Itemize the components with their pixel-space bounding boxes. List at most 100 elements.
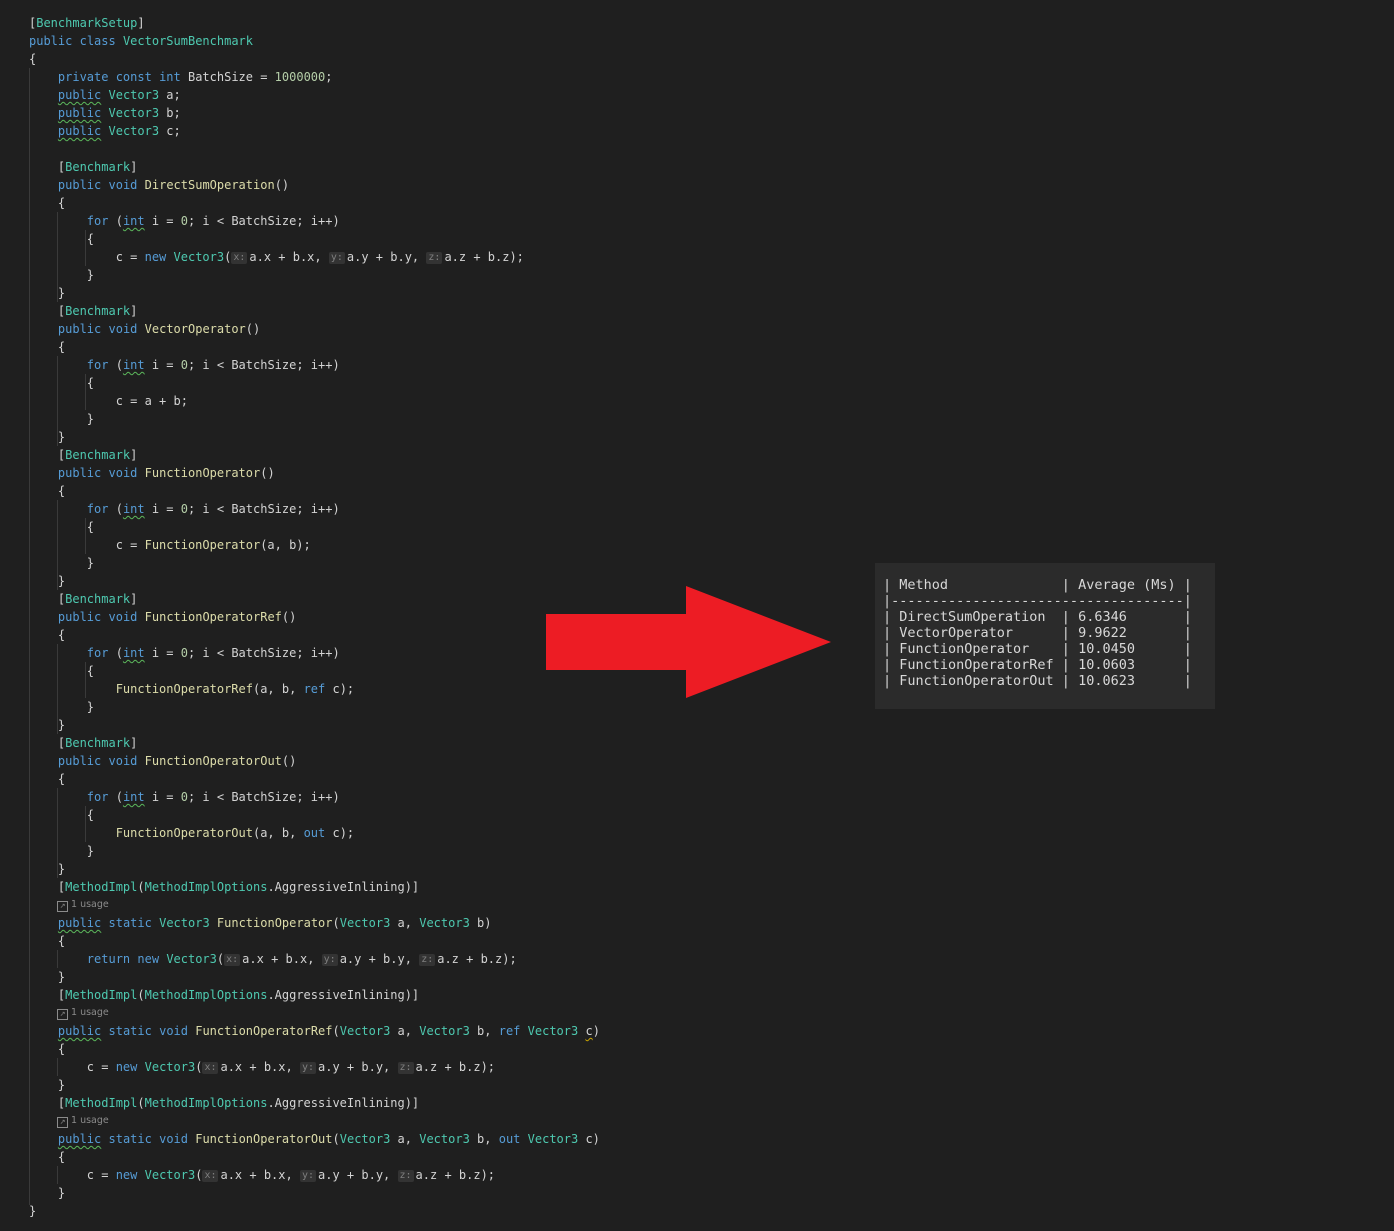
indent-guide — [29, 68, 30, 1205]
parameter-hint: z: — [426, 252, 443, 264]
method-declaration: public void DirectSumOperation() — [57, 178, 290, 192]
code-line: { — [29, 1042, 66, 1056]
indent-guide — [57, 950, 58, 968]
code-line: { — [29, 232, 95, 246]
for-loop: for (int i = 0; i < BatchSize; i++) — [86, 214, 340, 228]
loop-body: FunctionOperatorOut(a, b, out c); — [115, 826, 355, 840]
code-line: } — [29, 430, 66, 444]
benchmark-results-table: | Method | Average (Ms) | |-------------… — [883, 577, 1192, 689]
class-declaration: public class VectorSumBenchmark — [29, 34, 253, 48]
parameter-hint: z: — [397, 1170, 414, 1182]
code-line: { — [29, 52, 37, 66]
code-line: } — [29, 700, 95, 714]
parameter-hint: z: — [397, 1062, 414, 1074]
code-line: { — [29, 934, 66, 948]
indent-guide — [57, 788, 58, 878]
field-declaration: public Vector3 c; — [57, 124, 181, 138]
attribute-line: [Benchmark] — [29, 448, 138, 462]
code-line: { — [29, 340, 66, 354]
usage-hint-label: 1 usage — [71, 1115, 109, 1126]
method-declaration: public void FunctionOperatorRef() — [57, 610, 297, 624]
indent-guide — [85, 806, 86, 842]
indent-guide — [85, 662, 86, 698]
const-declaration: private const int BatchSize = 1000000; — [57, 70, 333, 84]
for-loop: for (int i = 0; i < BatchSize; i++) — [86, 646, 340, 660]
code-line: { — [29, 196, 66, 210]
for-loop: for (int i = 0; i < BatchSize; i++) — [86, 790, 340, 804]
indent-guide — [57, 500, 58, 590]
indent-guide — [57, 644, 58, 734]
code-line: { — [29, 664, 95, 678]
external-link-icon: ↗ — [57, 901, 68, 912]
parameter-hint: y: — [321, 954, 338, 966]
attribute-line: [Benchmark] — [29, 160, 138, 174]
code-line: { — [29, 1150, 66, 1164]
parameter-hint: x: — [224, 954, 241, 966]
attribute-line: [MethodImpl(MethodImplOptions.Aggressive… — [29, 880, 420, 894]
indent-guide — [57, 356, 58, 446]
code-line: } — [29, 556, 95, 570]
parameter-hint: y: — [299, 1170, 317, 1182]
code-line: } — [29, 1078, 66, 1092]
parameter-hint: y: — [328, 252, 345, 264]
indent-guide — [85, 374, 86, 410]
code-line: } — [29, 412, 95, 426]
code-line: } — [29, 286, 66, 300]
method-declaration: public static void FunctionOperatorOut(V… — [57, 1132, 600, 1146]
loop-body: FunctionOperatorRef(a, b, ref c); — [115, 682, 355, 696]
code-line: } — [29, 970, 66, 984]
indent-guide — [85, 518, 86, 554]
code-line: } — [29, 862, 66, 876]
assignment-statement: c = new Vector3(x: a.x + b.x, y: a.y + b.y… — [29, 1168, 496, 1182]
attribute-line: [Benchmark] — [29, 304, 138, 318]
method-declaration: public void FunctionOperator() — [57, 466, 275, 480]
usage-hint-label: 1 usage — [71, 899, 109, 910]
usage-hint[interactable]: ↗ 1 usage — [29, 1112, 629, 1130]
code-line: } — [29, 574, 66, 588]
code-line: } — [29, 268, 95, 282]
parameter-hint: x: — [202, 1062, 219, 1074]
code-line: { — [29, 520, 95, 534]
code-line: { — [29, 376, 95, 390]
parameter-hint: y: — [299, 1062, 317, 1074]
benchmark-results-panel: | Method | Average (Ms) | |-------------… — [875, 563, 1215, 709]
indent-guide — [57, 1166, 58, 1184]
parameter-hint: x: — [202, 1170, 219, 1182]
red-arrow-icon — [546, 586, 831, 698]
external-link-icon: ↗ — [57, 1009, 68, 1020]
code-editor[interactable]: [BenchmarkSetup] public class VectorSumBe… — [29, 14, 629, 1220]
usage-hint-label: 1 usage — [71, 1007, 109, 1018]
for-loop: for (int i = 0; i < BatchSize; i++) — [86, 502, 340, 516]
parameter-hint: z: — [419, 954, 436, 966]
attribute-line: [MethodImpl(MethodImplOptions.Aggressive… — [29, 1096, 420, 1110]
code-line: } — [29, 1186, 66, 1200]
indent-guide — [57, 212, 58, 302]
code-line: { — [29, 772, 66, 786]
method-declaration: public void VectorOperator() — [57, 322, 261, 336]
indent-guide — [85, 230, 86, 266]
assignment-statement: c = new Vector3(x: a.x + b.x, y: a.y + b.y… — [29, 1060, 496, 1074]
loop-body: c = new Vector3(x: a.x + b.x, y: a.y + b.y… — [29, 250, 524, 264]
attribute-line: [Benchmark] — [29, 592, 138, 606]
loop-body: c = a + b; — [29, 394, 188, 408]
field-declaration: public Vector3 a; — [57, 88, 181, 102]
loop-body: c = FunctionOperator(a, b); — [29, 538, 311, 552]
method-declaration: public void FunctionOperatorOut() — [57, 754, 297, 768]
parameter-hint: x: — [231, 252, 248, 264]
indent-guide — [57, 1058, 58, 1076]
return-statement: return new Vector3(x: a.x + b.x, y: a.y + … — [86, 952, 517, 966]
code-line: { — [29, 628, 66, 642]
code-line: { — [29, 484, 66, 498]
code-line: } — [29, 718, 66, 732]
usage-hint[interactable]: ↗ 1 usage — [29, 1004, 629, 1022]
code-line: } — [29, 844, 95, 858]
attribute-line: [MethodImpl(MethodImplOptions.Aggressive… — [29, 988, 420, 1002]
method-declaration: public static Vector3 FunctionOperator(V… — [57, 916, 492, 930]
attribute-line: [Benchmark] — [29, 736, 138, 750]
method-declaration: public static void FunctionOperatorRef(V… — [57, 1024, 600, 1038]
code-line: } — [29, 1204, 37, 1218]
usage-hint[interactable]: ↗ 1 usage — [29, 896, 629, 914]
for-loop: for (int i = 0; i < BatchSize; i++) — [86, 358, 340, 372]
field-declaration: public Vector3 b; — [57, 106, 181, 120]
